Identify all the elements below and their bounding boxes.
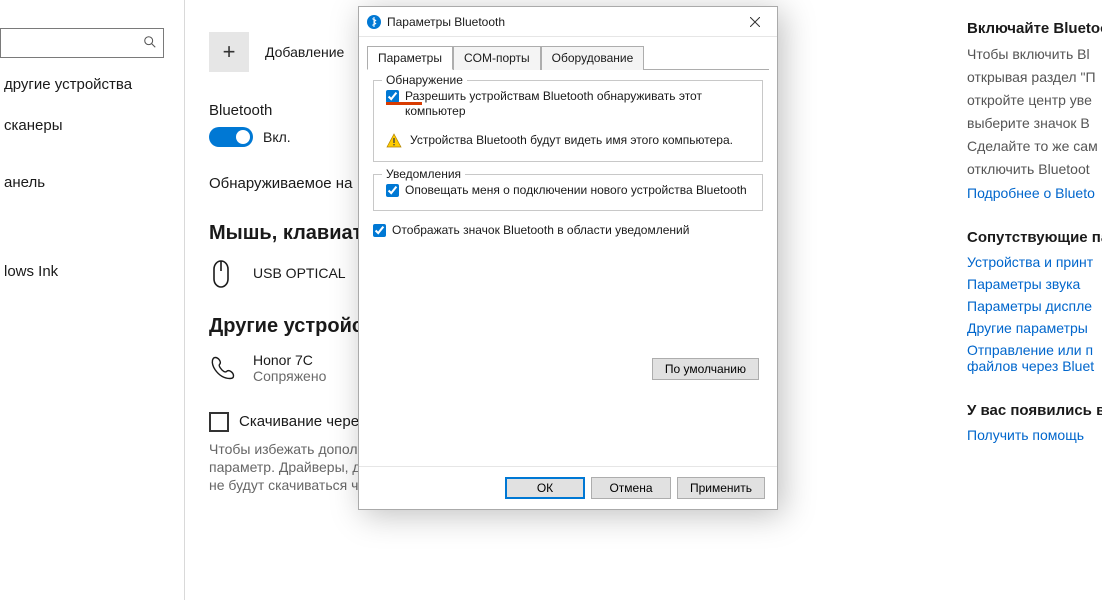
- ok-button[interactable]: ОК: [505, 477, 585, 499]
- dialog-titlebar: Параметры Bluetooth: [359, 7, 777, 37]
- show-tray-icon-checkbox[interactable]: [373, 224, 386, 237]
- plus-icon: +: [223, 39, 236, 65]
- bluetooth-toggle-state: Вкл.: [263, 129, 291, 145]
- aside-para: Сделайте то же сам: [967, 137, 1102, 156]
- link-display-settings[interactable]: Параметры диспле: [967, 298, 1102, 314]
- link-devices-printers[interactable]: Устройства и принт: [967, 254, 1102, 270]
- dialog-tabstrip: Параметры COM-порты Оборудование: [367, 45, 769, 70]
- dialog-button-row: ОК Отмена Применить: [359, 466, 777, 509]
- search-input[interactable]: [7, 35, 127, 52]
- mouse-icon: [209, 259, 237, 287]
- notify-new-device-label: Оповещать меня о подключении нового устр…: [405, 183, 747, 198]
- allow-discovery-label: Разрешить устройствам Bluetooth обнаружи…: [405, 89, 750, 119]
- link-get-help[interactable]: Получить помощь: [967, 427, 1102, 443]
- aside-heading-related: Сопутствующие пар: [967, 229, 1102, 246]
- link-other-settings[interactable]: Другие параметры: [967, 320, 1102, 336]
- aside-heading-questions: У вас появились в: [967, 402, 1102, 419]
- aside-para: отключить Bluetoot: [967, 160, 1102, 179]
- tab-parameters[interactable]: Параметры: [367, 46, 453, 70]
- dialog-title: Параметры Bluetooth: [387, 15, 733, 29]
- close-icon: [750, 17, 760, 27]
- defaults-button[interactable]: По умолчанию: [652, 358, 759, 380]
- nav-windows-ink-cut[interactable]: lows Ink: [0, 251, 184, 292]
- tab-com-ports[interactable]: COM-порты: [453, 46, 541, 70]
- group-discovery: Обнаружение Разрешить устройствам Blueto…: [373, 80, 763, 162]
- show-tray-icon-label: Отображать значок Bluetooth в области ув…: [392, 223, 689, 238]
- link-more-about-bt[interactable]: Подробнее о Blueto: [967, 185, 1102, 201]
- tab-hardware[interactable]: Оборудование: [541, 46, 645, 70]
- aside-para: откройте центр уве: [967, 91, 1102, 110]
- bluetooth-properties-dialog: Параметры Bluetooth Параметры COM-порты …: [358, 6, 778, 510]
- device-phone-name: Honor 7C: [253, 352, 326, 368]
- discovery-warning-text: Устройства Bluetooth будут видеть имя эт…: [410, 133, 733, 148]
- device-mouse-name: USB OPTICAL: [253, 265, 346, 281]
- nav-scanners[interactable]: сканеры: [0, 105, 184, 146]
- group-notifications-legend: Уведомления: [382, 167, 465, 181]
- group-notifications: Уведомления Оповещать меня о подключении…: [373, 174, 763, 211]
- aside-para: открывая раздел "П: [967, 68, 1102, 87]
- warning-icon: [386, 133, 402, 149]
- aside-heading-enable-bt: Включайте Bluetoo: [967, 20, 1102, 37]
- group-discovery-legend: Обнаружение: [382, 73, 467, 87]
- add-device-label: Добавление: [265, 44, 344, 60]
- settings-aside: Включайте Bluetoo Чтобы включить Bl откр…: [957, 0, 1102, 600]
- device-phone-status: Сопряжено: [253, 368, 326, 384]
- settings-search-box[interactable]: [0, 28, 164, 58]
- aside-para: Чтобы включить Bl: [967, 45, 1102, 64]
- dialog-body: Обнаружение Разрешить устройствам Blueto…: [359, 70, 777, 466]
- settings-nav-rail: другие устройства сканеры анель lows Ink: [0, 0, 185, 600]
- close-button[interactable]: [733, 7, 777, 37]
- nav-other-devices[interactable]: другие устройства: [0, 64, 184, 105]
- apply-button[interactable]: Применить: [677, 477, 765, 499]
- aside-para: выберите значок B: [967, 114, 1102, 133]
- search-icon: [143, 35, 157, 52]
- link-send-receive-bt[interactable]: Отправление или п файлов через Bluet: [967, 342, 1102, 374]
- red-underline-annotation: [386, 102, 422, 105]
- nav-panel-cut[interactable]: анель: [0, 162, 184, 203]
- add-device-button[interactable]: +: [209, 32, 249, 72]
- notify-new-device-checkbox[interactable]: [386, 184, 399, 197]
- bluetooth-toggle[interactable]: [209, 127, 253, 147]
- metered-download-checkbox[interactable]: [209, 412, 229, 432]
- bluetooth-icon: [367, 15, 381, 29]
- phone-icon: [209, 354, 237, 382]
- cancel-button[interactable]: Отмена: [591, 477, 671, 499]
- link-sound-settings[interactable]: Параметры звука: [967, 276, 1102, 292]
